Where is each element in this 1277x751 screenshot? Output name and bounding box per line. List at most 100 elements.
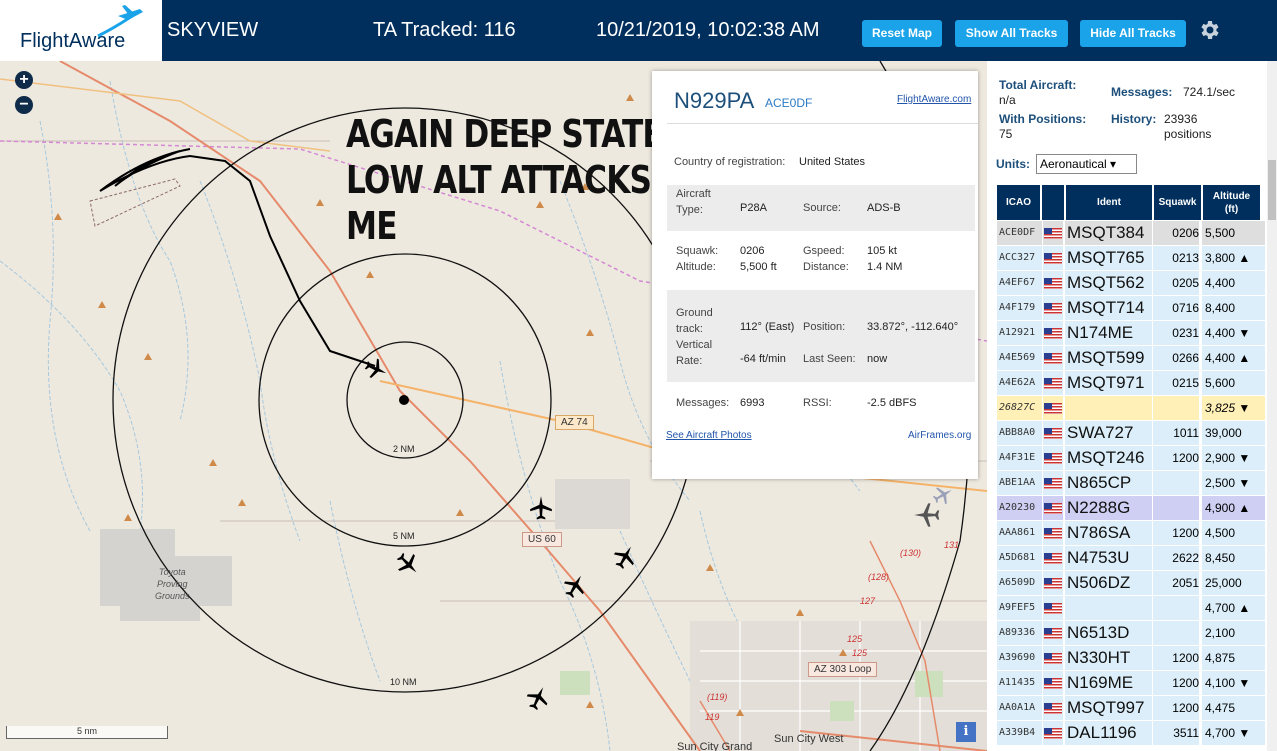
airframes-link[interactable]: AirFrames.org (908, 430, 971, 441)
table-row[interactable]: A89336 N6513D 2,100 (997, 621, 1266, 646)
zoom-in-button[interactable]: + (15, 71, 33, 89)
table-row[interactable]: A4F31E MSQT246 1200 2,900 ▼ (997, 446, 1266, 471)
source-label: Source: (803, 202, 841, 214)
us-flag-icon (1043, 721, 1064, 745)
table-row[interactable]: A9FEF5 4,700 ▲ (997, 596, 1266, 621)
hide-all-tracks-button[interactable]: Hide All Tracks (1080, 20, 1186, 47)
units-select[interactable]: Aeronautical ▾ (1036, 154, 1137, 174)
aircraft-icon[interactable] (562, 573, 588, 599)
table-row[interactable]: ABE1AA N865CP 2,500 ▼ (997, 471, 1266, 496)
altitude-trend-icon: ▼ (1238, 401, 1251, 415)
cell-altitude: 2,100 (1202, 621, 1266, 645)
table-row[interactable]: A6509D N506DZ 2051 25,000 (997, 571, 1266, 596)
cell-squawk (1153, 396, 1200, 420)
details-section-track (667, 290, 975, 382)
cell-ident: N169ME (1065, 671, 1153, 695)
track-label: Ground track: (676, 307, 713, 335)
cell-ident: N2288G (1065, 496, 1153, 520)
selected-aircraft-icon[interactable] (364, 357, 388, 381)
clock: 10/21/2019, 10:02:38 AM (596, 19, 820, 41)
cell-squawk: 0205 (1153, 271, 1200, 295)
table-row[interactable]: A4F179 MSQT714 0716 8,400 (997, 296, 1266, 321)
us-flag-icon (1043, 421, 1064, 445)
range-label-2nm: 2 NM (393, 444, 415, 454)
cell-ident: MSQT971 (1065, 371, 1153, 395)
cell-ident: MSQT246 (1065, 446, 1153, 470)
scrollbar-thumb[interactable] (1268, 160, 1276, 220)
us-flag-icon (1043, 296, 1064, 320)
distance-label: Distance: (803, 261, 849, 273)
table-row[interactable]: A4E62A MSQT971 0215 5,600 (997, 371, 1266, 396)
altitude-value: 25,000 (1205, 576, 1242, 590)
table-row[interactable]: 26827C 3,825 ▼ (997, 396, 1266, 421)
table-row[interactable]: AA0A1A MSQT997 1200 4,475 (997, 696, 1266, 721)
aircraft-icon[interactable] (525, 685, 551, 711)
show-all-tracks-button[interactable]: Show All Tracks (955, 20, 1068, 47)
tracked-count: TA Tracked: 116 (373, 19, 516, 41)
cell-altitude: 8,450 (1202, 546, 1266, 570)
cell-squawk (1153, 496, 1200, 520)
cell-altitude: 4,100 ▼ (1202, 671, 1266, 695)
cell-icao: A11435 (997, 671, 1043, 695)
annotation-line: LOW ALT ATTACKS (346, 158, 652, 202)
aircraft-icon[interactable] (612, 544, 638, 570)
flightaware-link[interactable]: FlightAware.com (897, 94, 971, 105)
us-flag-icon (1043, 321, 1064, 345)
place-sun-city-west: Sun City West (774, 733, 844, 745)
zoom-out-button[interactable]: − (15, 96, 33, 114)
messages-label: Messages: (676, 397, 730, 409)
table-row[interactable]: A5D681 N4753U 2622 8,450 (997, 546, 1266, 571)
altitude-trend-icon: ▼ (1238, 676, 1251, 690)
table-row[interactable]: AAA861 N786SA 1200 4,500 (997, 521, 1266, 546)
aircraft-icon[interactable] (395, 551, 421, 577)
col-icao[interactable]: ICAO (997, 185, 1040, 220)
table-row[interactable]: A4E569 MSQT599 0266 4,400 ▲ (997, 346, 1266, 371)
table-row[interactable]: ACC327 MSQT765 0213 3,800 ▲ (997, 246, 1266, 271)
cell-altitude: 8,400 (1202, 296, 1266, 320)
cell-icao: A20230 (997, 496, 1043, 520)
cell-ident: DAL1196 (1065, 721, 1153, 745)
cell-icao: 26827C (997, 396, 1043, 420)
cell-squawk: 0215 (1153, 371, 1200, 395)
table-row[interactable]: ACE0DF MSQT384 0206 5,500 (997, 221, 1266, 246)
altitude-value: 3,800 (1205, 251, 1236, 265)
messages-rate-label: Messages: (1111, 85, 1173, 99)
aircraft-jet-icon[interactable] (932, 484, 954, 506)
us-flag-icon (1043, 546, 1064, 570)
cell-ident: N4753U (1065, 546, 1153, 570)
cell-squawk: 0213 (1153, 246, 1200, 270)
gspeed-label: Gspeed: (803, 245, 845, 257)
map-info-button[interactable]: i (956, 722, 976, 742)
cell-altitude: 4,900 ▲ (1202, 496, 1266, 520)
table-row[interactable]: ABB8A0 SWA727 1011 39,000 (997, 421, 1266, 446)
altitude-value: 4,900 (1205, 501, 1236, 515)
table-row[interactable]: A12921 N174ME 0231 4,400 ▼ (997, 321, 1266, 346)
cell-icao: A4E62A (997, 371, 1043, 395)
gear-icon[interactable] (1197, 18, 1221, 42)
altitude-trend-icon: ▲ (1238, 501, 1251, 515)
cell-icao: AA0A1A (997, 696, 1043, 720)
aircraft-photos-link[interactable]: See Aircraft Photos (666, 430, 752, 441)
country-label: Country of registration: (674, 156, 786, 168)
col-flag[interactable] (1042, 185, 1064, 220)
flightaware-logo[interactable]: FlightAware (0, 0, 162, 61)
cell-icao: A4E569 (997, 346, 1043, 370)
us-flag-icon (1043, 271, 1064, 295)
table-row[interactable]: A39690 N330HT 1200 4,875 (997, 646, 1266, 671)
total-aircraft-value: n/a (999, 93, 1016, 107)
aircraft-icon[interactable] (528, 495, 554, 521)
cell-altitude: 39,000 (1202, 421, 1266, 445)
col-altitude[interactable]: Altitude (ft) (1203, 185, 1260, 220)
col-squawk[interactable]: Squawk (1154, 185, 1201, 220)
col-ident[interactable]: Ident (1066, 185, 1152, 220)
reset-map-button[interactable]: Reset Map (862, 20, 942, 47)
cell-icao: ABE1AA (997, 471, 1043, 495)
table-row[interactable]: A339B4 DAL1196 3511 4,700 ▼ (997, 721, 1266, 746)
table-row[interactable]: A20230 N2288G 4,900 ▲ (997, 496, 1266, 521)
table-row[interactable]: A11435 N169ME 1200 4,100 ▼ (997, 671, 1266, 696)
table-row[interactable]: A4EF67 MSQT562 0205 4,400 (997, 271, 1266, 296)
cell-altitude: 4,400 (1202, 271, 1266, 295)
us-flag-icon (1043, 371, 1064, 395)
rssi-value: -2.5 dBFS (867, 397, 917, 409)
us-flag-icon (1043, 396, 1064, 420)
